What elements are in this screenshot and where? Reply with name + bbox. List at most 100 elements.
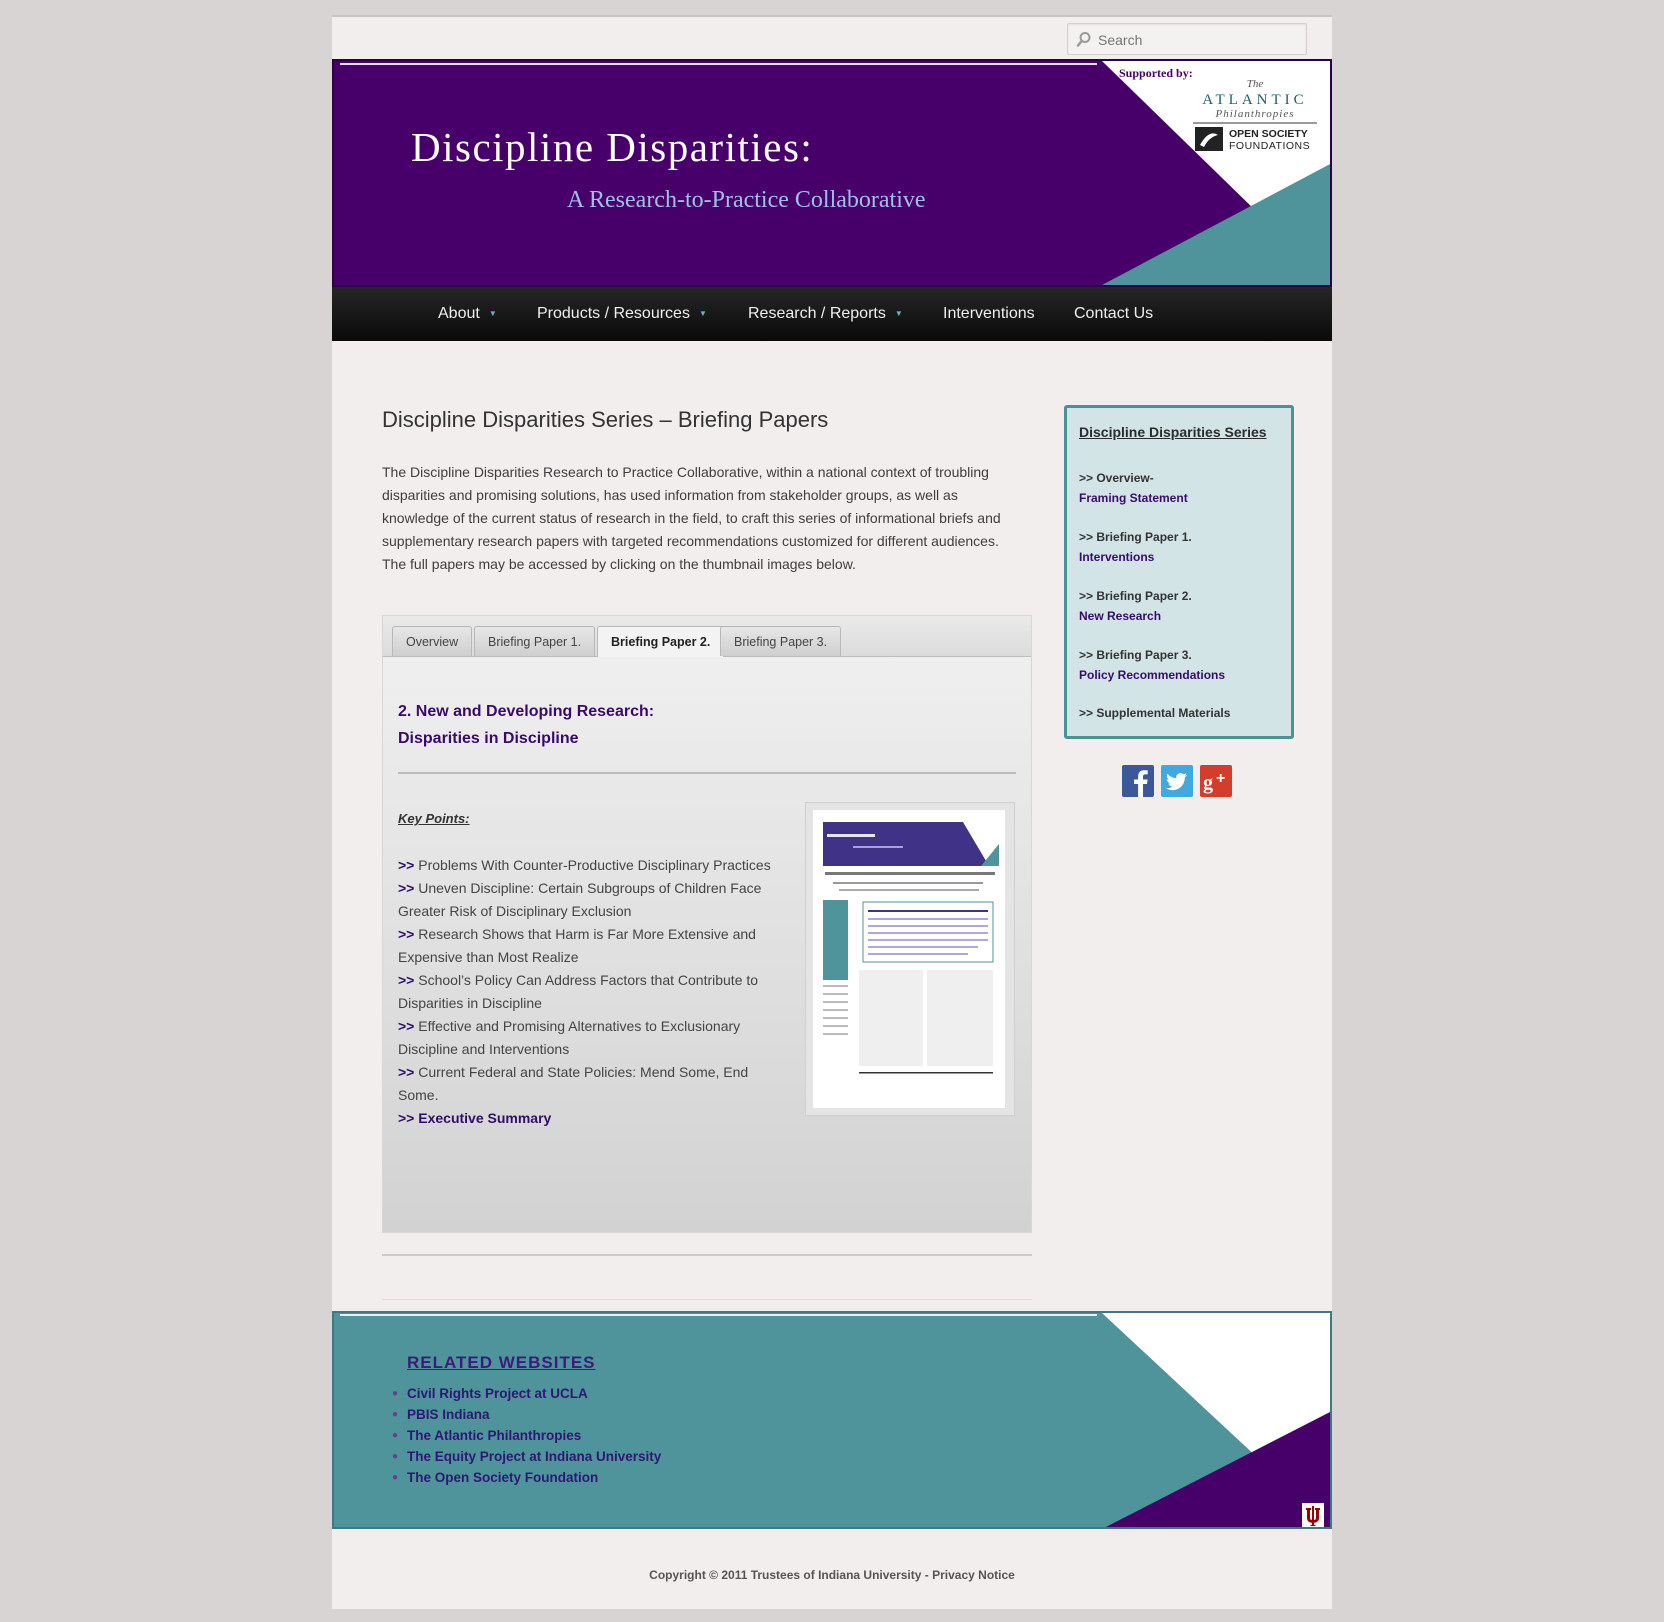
intro-paragraph: The Discipline Disparities Research to P… (382, 464, 1001, 572)
related-link-open-society[interactable]: The Open Society Foundation (407, 1470, 598, 1485)
sidebar-item-briefing-paper-1[interactable]: >> Briefing Paper 1. Interventions (1079, 527, 1192, 567)
sidebar-item-lead: >> Briefing Paper 1. (1079, 530, 1192, 544)
nav-interventions[interactable]: Interventions (943, 287, 1035, 341)
nav-label: Products / Resources (537, 305, 690, 322)
key-point-text: Problems With Counter-Productive Discipl… (418, 857, 771, 873)
bullet-arrow: >> (398, 926, 415, 942)
key-point-text: Effective and Promising Alternatives to … (398, 1018, 741, 1057)
related-websites-title: RELATED WEBSITES (407, 1353, 596, 1372)
nav-label: Contact Us (1074, 305, 1154, 322)
page-title: Discipline Disparities Series – Briefing… (382, 407, 829, 432)
list-item: >> Research Shows that Harm is Far More … (398, 923, 783, 969)
paper-heading-line-1: 2. New and Developing Research: (398, 703, 655, 720)
executive-summary-link[interactable]: >> Executive Summary (398, 1110, 551, 1126)
list-item: ● The Equity Project at Indiana Universit… (392, 1446, 661, 1467)
key-points-label: Key Points: (398, 811, 470, 826)
related-link-pbis-indiana[interactable]: PBIS Indiana (407, 1407, 490, 1422)
bullet-icon: ● (392, 1388, 399, 1399)
sidebar-item-link[interactable]: Policy Recommendations (1079, 668, 1225, 682)
svg-text:ATLANTIC: ATLANTIC (1202, 92, 1307, 108)
tab-overview[interactable]: Overview (392, 626, 473, 656)
copyright: Copyright © 2011 Trustees of Indiana Uni… (332, 1568, 1332, 1582)
open-society-foundations-logo[interactable]: OPEN SOCIETY FOUNDATIONS (1195, 125, 1317, 153)
site-title[interactable]: Discipline Disparities: (411, 123, 813, 171)
footer-banner: RELATED WEBSITES ● Civil Rights Project a… (332, 1311, 1332, 1529)
list-item: ● The Open Society Foundation (392, 1467, 661, 1488)
svg-text:+: + (1216, 770, 1225, 787)
key-points-list: >> Problems With Counter-Productive Disc… (398, 854, 783, 1130)
tab-briefing-paper-3[interactable]: Briefing Paper 3. (720, 626, 842, 656)
sidebar-item-overview[interactable]: >> Overview- Framing Statement (1079, 468, 1188, 508)
social-links: g + (1122, 765, 1234, 799)
paper-thumbnail[interactable] (805, 802, 1015, 1116)
sidebar-item-link[interactable]: Interventions (1079, 550, 1154, 564)
twitter-icon[interactable] (1161, 765, 1193, 797)
sidebar-item-link[interactable]: Framing Statement (1079, 491, 1188, 505)
svg-text:Philanthropies: Philanthropies (1215, 108, 1295, 120)
list-item: >> School’s Policy Can Address Factors t… (398, 969, 783, 1015)
nav-products-resources[interactable]: Products / Resources ▼ (537, 287, 707, 341)
sidebar-item-lead: >> Supplemental Materials (1079, 706, 1231, 720)
header-banner: Discipline Disparities: A Research-to-Pr… (332, 59, 1332, 287)
atlantic-philanthropies-logo[interactable]: The ATLANTIC Philanthropies (1187, 77, 1322, 127)
page-container: Discipline Disparities: A Research-to-Pr… (332, 15, 1332, 1609)
sidebar-item-lead: >> Overview- (1079, 471, 1154, 485)
copyright-text: Copyright © 2011 Trustees of Indiana Uni… (649, 1568, 929, 1582)
related-link-atlantic[interactable]: The Atlantic Philanthropies (407, 1428, 581, 1443)
bullet-icon: ● (392, 1472, 399, 1483)
divider (382, 1299, 1032, 1300)
nav-label: Interventions (943, 305, 1035, 322)
bullet-arrow: >> (398, 857, 415, 873)
dropdown-caret-icon: ▼ (894, 309, 903, 318)
svg-text:OPEN SOCIETY: OPEN SOCIETY (1229, 128, 1308, 140)
sidebar-item-lead: >> Briefing Paper 2. (1079, 589, 1192, 603)
dropdown-caret-icon: ▼ (488, 309, 497, 318)
paper-thumbnail-image[interactable] (813, 810, 1005, 1108)
list-item: >> Uneven Discipline: Certain Subgroups … (398, 877, 783, 923)
nav-label: About (438, 305, 480, 322)
svg-text:FOUNDATIONS: FOUNDATIONS (1229, 140, 1310, 152)
tab-briefing-paper-1[interactable]: Briefing Paper 1. (474, 626, 596, 656)
key-point-text: Uneven Discipline: Certain Subgroups of … (398, 880, 762, 919)
related-link-equity-project[interactable]: The Equity Project at Indiana University (407, 1449, 661, 1464)
sidebar-item-link[interactable]: New Research (1079, 609, 1161, 623)
list-item: ● PBIS Indiana (392, 1404, 661, 1425)
dropdown-caret-icon: ▼ (698, 309, 707, 318)
sidebar-item-briefing-paper-2[interactable]: >> Briefing Paper 2. New Research (1079, 586, 1192, 626)
bullet-arrow: >> (398, 1064, 415, 1080)
privacy-notice-link[interactable]: Privacy Notice (932, 1568, 1015, 1582)
site-subtitle: A Research-to-Practice Collaborative (567, 187, 926, 213)
related-link-ucla[interactable]: Civil Rights Project at UCLA (407, 1386, 588, 1401)
header-background (332, 59, 1332, 287)
sidebar-title[interactable]: Discipline Disparities Series (1079, 424, 1267, 440)
list-item: ● Civil Rights Project at UCLA (392, 1383, 661, 1404)
search-box[interactable] (1067, 23, 1307, 56)
document-preview-icon (823, 822, 999, 1074)
sidebar-series-widget: Discipline Disparities Series >> Overvie… (1064, 405, 1294, 739)
search-input[interactable] (1096, 24, 1300, 56)
list-item: >> Executive Summary (398, 1107, 783, 1130)
svg-text:g: g (1203, 772, 1213, 794)
nav-contact-us[interactable]: Contact Us (1074, 287, 1153, 341)
key-point-text: Current Federal and State Policies: Mend… (398, 1064, 749, 1103)
indiana-university-logo[interactable] (1302, 1503, 1324, 1527)
divider (398, 772, 1016, 774)
sidebar-item-briefing-paper-3[interactable]: >> Briefing Paper 3. Policy Recommendati… (1079, 645, 1225, 685)
related-websites-list: ● Civil Rights Project at UCLA ● PBIS Indi… (392, 1383, 661, 1488)
nav-about[interactable]: About ▼ (438, 287, 497, 341)
list-item: >> Problems With Counter-Productive Disc… (398, 854, 783, 877)
bullet-arrow: >> (398, 972, 415, 988)
tab-briefing-paper-2[interactable]: Briefing Paper 2. (597, 626, 725, 657)
briefing-tabs: Overview Briefing Paper 1. Briefing Pape… (382, 615, 1032, 1233)
sidebar-item-supplemental-materials[interactable]: >> Supplemental Materials (1079, 703, 1230, 723)
search-icon (1076, 32, 1091, 47)
facebook-icon[interactable] (1122, 765, 1154, 797)
svg-text:The: The (1247, 78, 1264, 90)
key-point-text: Research Shows that Harm is Far More Ext… (398, 926, 756, 965)
google-plus-icon[interactable]: g + (1200, 765, 1232, 797)
bullet-icon: ● (392, 1451, 399, 1462)
paper-heading: 2. New and Developing Research: Disparit… (398, 698, 798, 752)
supported-by-label: Supported by: (1119, 66, 1193, 80)
nav-label: Research / Reports (748, 305, 886, 322)
nav-research-reports[interactable]: Research / Reports ▼ (748, 287, 903, 341)
